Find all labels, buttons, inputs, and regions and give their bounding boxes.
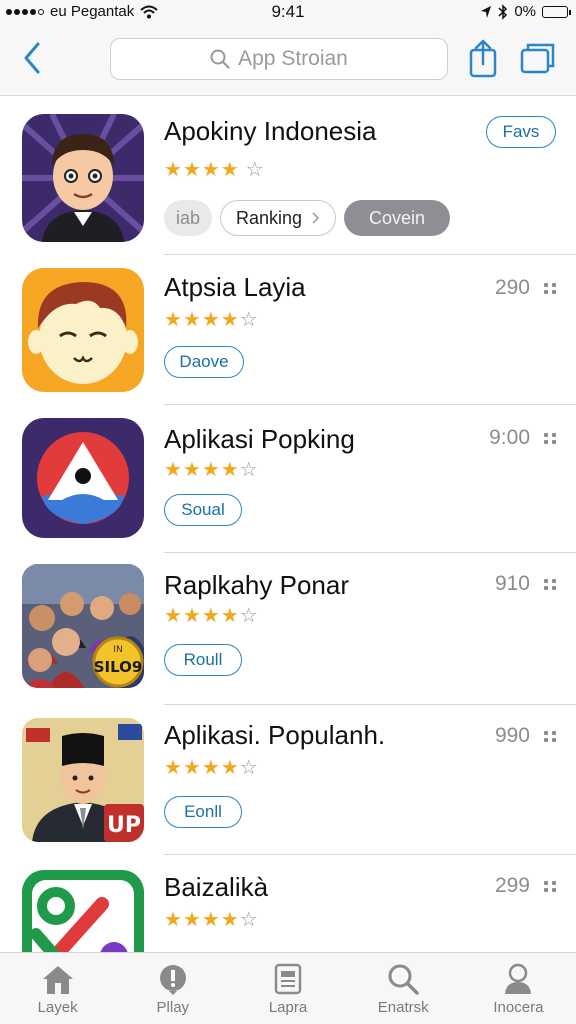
battery-percent: 0%	[514, 3, 536, 20]
tab-lapra[interactable]: Lapra	[230, 953, 345, 1024]
roull-button[interactable]: Roull	[164, 644, 242, 676]
rating-stars: ★ ★ ★ ★ ☆	[164, 757, 258, 779]
drag-handle-icon[interactable]	[544, 432, 556, 444]
tab-enatrsk[interactable]: Enatrsk	[346, 953, 461, 1024]
svg-text:IN: IN	[113, 645, 122, 655]
group-photo-icon: IN SILO9	[22, 564, 144, 688]
app-name: Raplkahy Ponar	[164, 570, 349, 600]
back-chevron-icon[interactable]	[18, 40, 48, 76]
share-icon[interactable]	[468, 38, 498, 78]
search-icon	[210, 49, 230, 69]
tabs-icon[interactable]	[520, 42, 556, 74]
ranking-chip[interactable]: Ranking	[220, 200, 336, 236]
icon-badge: SILO9	[94, 658, 143, 676]
app-name: Aplikasi Popking	[164, 424, 355, 454]
rating-stars: ★ ★ ★ ★ ☆	[164, 909, 258, 931]
ranking-chip-label: Ranking	[235, 207, 303, 228]
bluetooth-icon	[498, 3, 508, 20]
rating-stars: ★ ★ ★ ★ ☆	[164, 309, 258, 331]
list-item[interactable]: Apokiny Indonesia ★ ★ ★ ★ ☆ Favs iab Ranking…	[0, 96, 576, 254]
cartoon-man-icon	[22, 114, 144, 242]
rating-stars: ★ ★ ★ ★ ☆	[164, 459, 258, 481]
drag-handle-icon[interactable]	[544, 282, 556, 294]
battery-icon	[542, 5, 571, 18]
chevron-right-icon	[312, 212, 320, 224]
icon-badge: UP	[107, 813, 141, 838]
tab-label: Enatrsk	[377, 999, 429, 1016]
tab-pllay[interactable]: Pllay	[115, 953, 230, 1024]
navigation-bar: App Stroian	[0, 24, 576, 96]
eonll-button[interactable]: Eonll	[164, 796, 242, 828]
politician-icon: UP	[22, 718, 144, 842]
tab-inocera[interactable]: Inocera	[461, 953, 576, 1024]
drag-handle-icon[interactable]	[544, 880, 556, 892]
list-item[interactable]: Aplikasi Popking 9:00 ★ ★ ★ ★ ☆ Soual	[0, 404, 576, 552]
app-meta: 990	[494, 724, 530, 747]
tab-label: Pllay	[156, 999, 190, 1016]
covein-chip[interactable]: Covein	[344, 200, 450, 236]
tab-label: Layek	[37, 999, 78, 1016]
tab-layek[interactable]: Layek	[0, 953, 115, 1024]
app-name: Apokiny Indonesia	[164, 116, 377, 146]
soual-button[interactable]: Soual	[164, 494, 242, 526]
daove-button[interactable]: Daove	[164, 346, 244, 378]
green-logo-icon	[22, 870, 144, 952]
app-list: Apokiny Indonesia ★ ★ ★ ★ ☆ Favs iab Ranking…	[0, 96, 576, 952]
list-item[interactable]: IN SILO9 Raplkahy Ponar 910 ★ ★ ★ ★ ☆ Roull	[0, 552, 576, 704]
app-name: Atpsia Layia	[164, 272, 306, 302]
search-placeholder: App Stroian	[238, 47, 348, 70]
person-icon	[505, 963, 532, 994]
app-meta: 299	[494, 874, 530, 897]
chip-iab[interactable]: iab	[164, 200, 212, 236]
drag-handle-icon[interactable]	[544, 578, 556, 590]
alert-icon	[159, 965, 186, 995]
app-name: Aplikasi. Populanh.	[164, 720, 386, 750]
home-icon	[42, 966, 73, 994]
search-icon	[388, 964, 419, 995]
newspaper-icon	[274, 963, 302, 995]
list-item[interactable]: Baizalikà 299 ★ ★ ★ ★ ☆	[0, 854, 576, 952]
app-meta: 910	[494, 572, 530, 595]
list-item[interactable]: UP Aplikasi. Populanh. 990 ★ ★ ★ ★ ☆ Eonll	[0, 704, 576, 854]
tab-bar: Layek Pllay Lapra Enatrsk Inocera	[0, 952, 576, 1024]
cartoon-face-icon	[22, 268, 144, 392]
rating-stars: ★ ★ ★ ★ ☆	[164, 159, 264, 181]
location-icon	[481, 5, 492, 18]
rating-stars: ★ ★ ★ ★ ☆	[164, 605, 258, 627]
app-meta: 290	[494, 276, 530, 299]
drag-handle-icon[interactable]	[544, 730, 556, 742]
tab-label: Lapra	[268, 999, 308, 1016]
list-item[interactable]: Atpsia Layia 290 ★ ★ ★ ★ ☆ Daove	[0, 254, 576, 404]
app-meta: 9:00	[489, 426, 530, 449]
tab-label: Inocera	[493, 999, 544, 1016]
app-name: Baizalikà	[164, 872, 269, 902]
triangle-logo-icon	[22, 418, 144, 538]
favs-button[interactable]: Favs	[486, 116, 556, 148]
status-bar: eu Pegantak 9:41 0%	[0, 0, 576, 24]
search-field[interactable]: App Stroian	[110, 38, 448, 80]
